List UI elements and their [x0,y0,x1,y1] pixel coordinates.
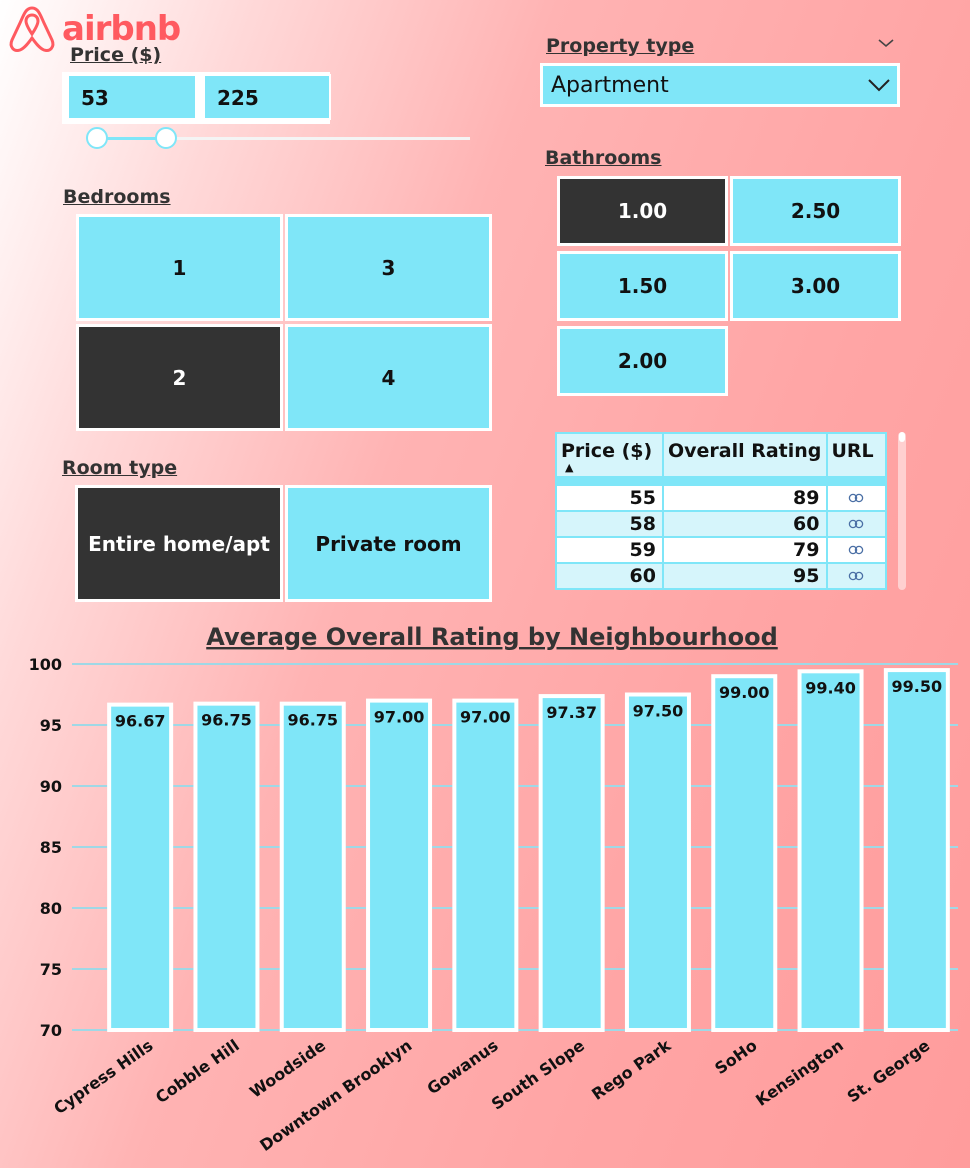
price-cell: 55 [557,486,662,510]
dropdown-chevron-icon[interactable] [866,76,892,94]
link-icon[interactable] [847,518,865,530]
column-header-rating-label: Overall Rating [667,440,822,462]
airbnb-icon [9,6,55,52]
price-cell: 60 [557,564,662,588]
column-header-price[interactable]: Price ($) ▲ [557,434,662,476]
x-tick-label: Woodside [246,1036,329,1102]
x-tick-label: Downtown Brooklyn [256,1036,415,1155]
price-filter-title: Price ($) [70,44,162,66]
bathroom-option-1-50[interactable]: 1.50 [557,251,728,321]
bathrooms-title: Bathrooms [545,147,662,169]
data-label: 99.50 [892,677,943,696]
room-type-title: Room type [62,457,178,479]
rating-cell: 60 [663,512,826,536]
bar[interactable] [279,701,346,1033]
bar[interactable] [193,701,260,1033]
table-row: 59 79 [557,538,885,562]
data-label: 99.40 [805,678,856,697]
y-tick-label: 80 [40,899,62,918]
bar[interactable] [883,668,950,1032]
url-cell [827,512,885,536]
x-tick-label: South Slope [488,1036,588,1114]
bedroom-option-3[interactable]: 3 [285,214,492,321]
data-label: 97.00 [374,708,425,727]
x-tick-label: Rego Park [588,1036,674,1104]
url-cell [827,486,885,510]
column-header-price-label: Price ($) [561,440,653,462]
x-tick-label: Kensington [752,1036,847,1110]
bedroom-option-1[interactable]: 1 [76,214,283,321]
brand-name: airbnb [62,9,181,49]
chart-x-ticks: Cypress HillsCobble Hill WoodsideDowntown… [50,1036,933,1155]
data-label: 97.37 [546,703,597,722]
price-max-input[interactable]: 225 [203,74,331,120]
bedrooms-title: Bedrooms [63,186,171,208]
bar[interactable] [624,692,691,1032]
bathroom-option-2-00[interactable]: 2.00 [557,326,728,396]
link-icon[interactable] [847,492,865,504]
table-row: 60 95 [557,564,885,588]
rating-cell: 95 [663,564,826,588]
rating-cell: 89 [663,486,826,510]
header-spacer [557,478,885,484]
bathroom-option-3-00[interactable]: 3.00 [730,251,901,321]
y-tick-label: 70 [40,1021,62,1040]
bar[interactable] [107,702,174,1032]
bedroom-option-2[interactable]: 2 [76,324,283,431]
y-tick-label: 75 [40,960,62,979]
price-cell: 58 [557,512,662,536]
column-header-url-label: URL [831,440,874,462]
chart-title: Average Overall Rating by Neighbourhood [206,623,778,651]
data-label: 97.00 [460,708,511,727]
link-icon[interactable] [847,544,865,556]
bedroom-option-4[interactable]: 4 [285,324,492,431]
x-tick-label: Cobble Hill [152,1036,243,1107]
chevron-down-icon[interactable] [877,37,895,49]
y-tick-label: 100 [29,655,62,674]
bathroom-option-2-50[interactable]: 2.50 [730,176,901,246]
room-type-option-entire-home[interactable]: Entire home/apt [75,485,283,602]
table-scrollbar-thumb[interactable] [899,432,905,442]
price-slider-max-handle[interactable] [155,127,177,149]
link-icon[interactable] [847,570,865,582]
bathroom-option-1-00[interactable]: 1.00 [557,176,728,246]
url-cell [827,564,885,588]
x-tick-label: SoHo [711,1036,760,1078]
column-header-url[interactable]: URL [827,434,885,476]
x-tick-label: Gowanus [424,1036,502,1099]
room-type-option-private-room[interactable]: Private room [285,485,492,602]
property-type-title: Property type [546,35,695,57]
data-label: 96.67 [115,712,166,731]
price-min-input[interactable]: 53 [67,74,197,120]
y-tick-label: 85 [40,838,62,857]
table-row: 55 89 [557,486,885,510]
y-tick-label: 90 [40,777,62,796]
listings-table-grid: Price ($) ▲ Overall Rating URL 55 89 58 … [555,432,887,590]
data-label: 96.75 [201,711,252,730]
x-tick-label: Cypress Hills [50,1036,156,1118]
property-type-value: Apartment [551,73,669,98]
sort-ascending-icon: ▲ [565,461,574,474]
bar[interactable] [538,694,605,1032]
x-tick-label: St. George [844,1036,934,1107]
data-label: 97.50 [633,702,684,721]
price-cell: 59 [557,538,662,562]
rating-bar-chart: Average Overall Rating by Neighbourhood … [29,623,958,1155]
bar[interactable] [797,669,864,1032]
url-cell [827,538,885,562]
y-tick-label: 95 [40,716,62,735]
bar[interactable] [366,698,433,1032]
listings-table: Price ($) ▲ Overall Rating URL 55 89 58 … [555,432,887,590]
table-row: 58 60 [557,512,885,536]
rating-cell: 79 [663,538,826,562]
bar[interactable] [711,674,778,1032]
data-label: 96.75 [287,711,338,730]
property-type-select[interactable]: Apartment [540,63,900,107]
bar[interactable] [452,698,519,1032]
table-scrollbar[interactable] [898,432,906,590]
column-header-overall-rating[interactable]: Overall Rating [663,434,826,476]
data-label: 99.00 [719,683,770,702]
price-slider-min-handle[interactable] [86,127,108,149]
